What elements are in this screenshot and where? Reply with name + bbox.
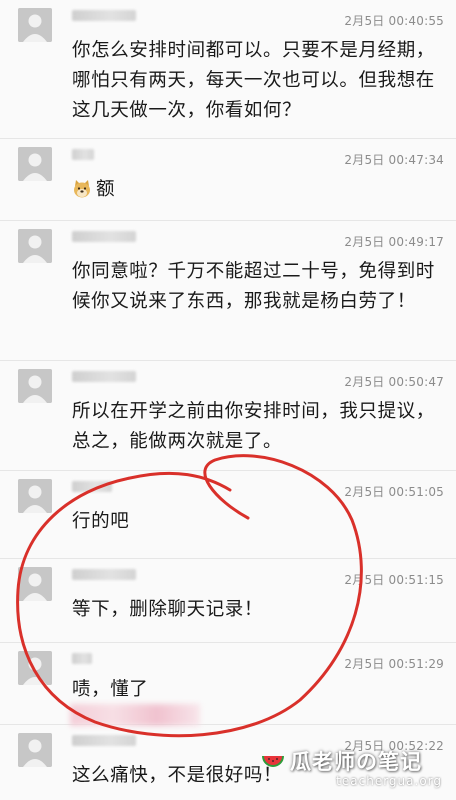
message-timestamp: 2月5日 00:51:15 xyxy=(344,573,444,587)
avatar[interactable] xyxy=(18,479,52,513)
avatar[interactable] xyxy=(18,8,52,42)
chat-message[interactable]: 2月5日 00:51:29 啧，懂了 xyxy=(0,642,456,725)
avatar[interactable] xyxy=(18,147,52,181)
chat-message[interactable]: 2月5日 00:47:34 额 xyxy=(0,138,456,221)
message-timestamp: 2月5日 00:40:55 xyxy=(344,14,444,28)
avatar[interactable] xyxy=(18,733,52,767)
message-text: 你怎么安排时间都可以。只要不是月经期，哪怕只有两天，每天一次也可以。但我想在这几… xyxy=(72,40,435,121)
sender-name-blurred xyxy=(72,231,136,242)
user-avatar-icon xyxy=(18,479,52,513)
message-timestamp: 2月5日 00:51:29 xyxy=(344,657,444,671)
chat-message[interactable]: 2月5日 00:49:17 你同意啦？千万不能超过二十号，免得到时候你又说来了东… xyxy=(0,220,456,361)
sender-name-blurred xyxy=(72,149,94,160)
sender-name-blurred xyxy=(72,735,136,746)
user-avatar-icon xyxy=(18,229,52,263)
user-avatar-icon xyxy=(18,369,52,403)
user-avatar-icon xyxy=(18,567,52,601)
watermark: 瓜老师の笔记 teachergua.org xyxy=(256,744,446,794)
sender-name-blurred xyxy=(72,371,136,382)
watermark-title: 瓜老师の笔记 xyxy=(290,750,422,774)
message-text-content: 额 xyxy=(96,179,116,200)
message-timestamp: 2月5日 00:50:47 xyxy=(344,375,444,389)
sender-name-blurred xyxy=(72,653,92,664)
chat-message[interactable]: 2月5日 00:40:55 你怎么安排时间都可以。只要不是月经期，哪怕只有两天，… xyxy=(0,0,456,138)
avatar[interactable] xyxy=(18,229,52,263)
user-avatar-icon xyxy=(18,8,52,42)
sender-name-blurred xyxy=(72,481,112,492)
message-timestamp: 2月5日 00:47:34 xyxy=(344,153,444,167)
watermark-url: teachergua.org xyxy=(336,774,442,788)
message-text: 啧，懂了 xyxy=(72,679,149,700)
sender-name-blurred xyxy=(72,10,136,21)
message-text: 额 xyxy=(72,175,442,205)
user-avatar-icon xyxy=(18,147,52,181)
watermelon-icon xyxy=(262,756,284,767)
sender-name-blurred xyxy=(72,569,136,580)
message-text: 所以在开学之前由你安排时间，我只提议，总之，能做两次就是了。 xyxy=(72,401,435,452)
doge-face-icon xyxy=(74,180,90,198)
user-avatar-icon xyxy=(18,733,52,767)
chat-history-page: 2月5日 00:40:55 你怎么安排时间都可以。只要不是月经期，哪怕只有两天，… xyxy=(0,0,456,800)
avatar[interactable] xyxy=(18,651,52,685)
privacy-mosaic xyxy=(70,704,200,726)
avatar[interactable] xyxy=(18,369,52,403)
chat-message[interactable]: 2月5日 00:51:15 等下，删除聊天记录！ xyxy=(0,558,456,643)
message-timestamp: 2月5日 00:51:05 xyxy=(344,485,444,499)
message-text: 等下，删除聊天记录！ xyxy=(72,599,264,620)
user-avatar-icon xyxy=(18,651,52,685)
chat-message[interactable]: 2月5日 00:50:47 所以在开学之前由你安排时间，我只提议，总之，能做两次… xyxy=(0,360,456,471)
message-timestamp: 2月5日 00:49:17 xyxy=(344,235,444,249)
message-text: 行的吧 xyxy=(72,511,130,532)
chat-message[interactable]: 2月5日 00:51:05 行的吧 xyxy=(0,470,456,559)
message-text: 你同意啦？千万不能超过二十号，免得到时候你又说来了东西，那我就是杨白劳了！ xyxy=(72,261,435,312)
avatar[interactable] xyxy=(18,567,52,601)
